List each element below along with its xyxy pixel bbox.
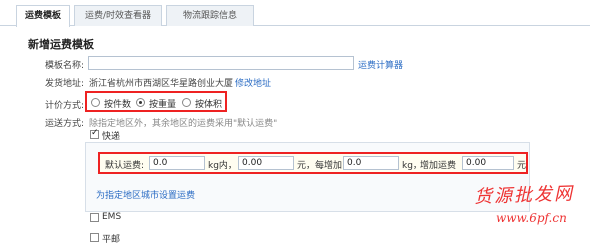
tab-timeliness-viewer[interactable]: 运费/时效查看器: [74, 5, 162, 26]
express-checkbox[interactable]: [90, 128, 99, 139]
add-weight-input[interactable]: 0.0: [343, 156, 399, 170]
page-title: 新增运费模板: [28, 38, 94, 51]
express-label: 快递: [102, 132, 121, 142]
ems-checkbox[interactable]: [90, 213, 99, 222]
pricing-method-label: 计价方式:: [44, 101, 84, 111]
shipping-address-value: 浙江省杭州市西湖区华星路创业大厦: [89, 79, 234, 89]
freight-calculator-link[interactable]: 运费计算器: [358, 58, 403, 71]
radio-by-piece[interactable]: [91, 98, 100, 107]
template-name-label: 模板名称:: [44, 61, 84, 71]
default-fee-label: 默认运费:: [105, 161, 145, 171]
pricing-method-group: 按件数 按重量 按体积: [85, 91, 227, 112]
ems-label: EMS: [102, 212, 122, 222]
radio-by-volume[interactable]: [182, 98, 191, 107]
shipping-note: 除指定地区外，其余地区的运费采用"默认运费": [89, 119, 278, 129]
surface-mail-label: 平邮: [102, 235, 121, 245]
unit-kg-text: kg，: [402, 161, 422, 171]
set-city-fee-link[interactable]: 为指定地区城市设置运费: [96, 188, 195, 201]
tab-shipping-templates[interactable]: 运费模板: [16, 5, 70, 27]
first-weight-input[interactable]: 0.0: [149, 156, 205, 170]
add-fee-input[interactable]: 0.00: [462, 156, 514, 170]
unit-within-text: kg内，: [208, 161, 237, 171]
default-fee-row: 默认运费: 0.0 kg内， 0.00 元， 每增加 0.0 kg， 增加运费 …: [98, 152, 528, 174]
radio-by-piece-label: 按件数: [104, 100, 132, 110]
edit-address-link[interactable]: 修改地址: [235, 76, 271, 89]
template-name-input[interactable]: [88, 56, 354, 70]
watermark-url: www.6pf.cn: [496, 211, 567, 225]
watermark-title: 货源批发网: [473, 183, 575, 208]
shipping-address-label: 发货地址:: [44, 79, 84, 89]
each-add-text: 每增加: [315, 161, 343, 171]
add-fee-text: 增加运费: [420, 161, 457, 171]
radio-by-weight-label: 按重量: [149, 100, 177, 110]
radio-by-weight[interactable]: [136, 98, 145, 107]
first-fee-input[interactable]: 0.00: [238, 156, 294, 170]
shipping-method-label: 运送方式:: [44, 119, 84, 129]
unit-yuan-text: 元，: [297, 161, 316, 171]
tab-bar: 运费模板 运费/时效查看器 物流跟踪信息: [0, 0, 590, 27]
radio-by-volume-label: 按体积: [195, 100, 223, 110]
tab-logistics-tracking[interactable]: 物流跟踪信息: [166, 5, 254, 26]
unit-yuan-text-2: 元: [517, 161, 527, 171]
surface-mail-checkbox[interactable]: [90, 233, 99, 242]
